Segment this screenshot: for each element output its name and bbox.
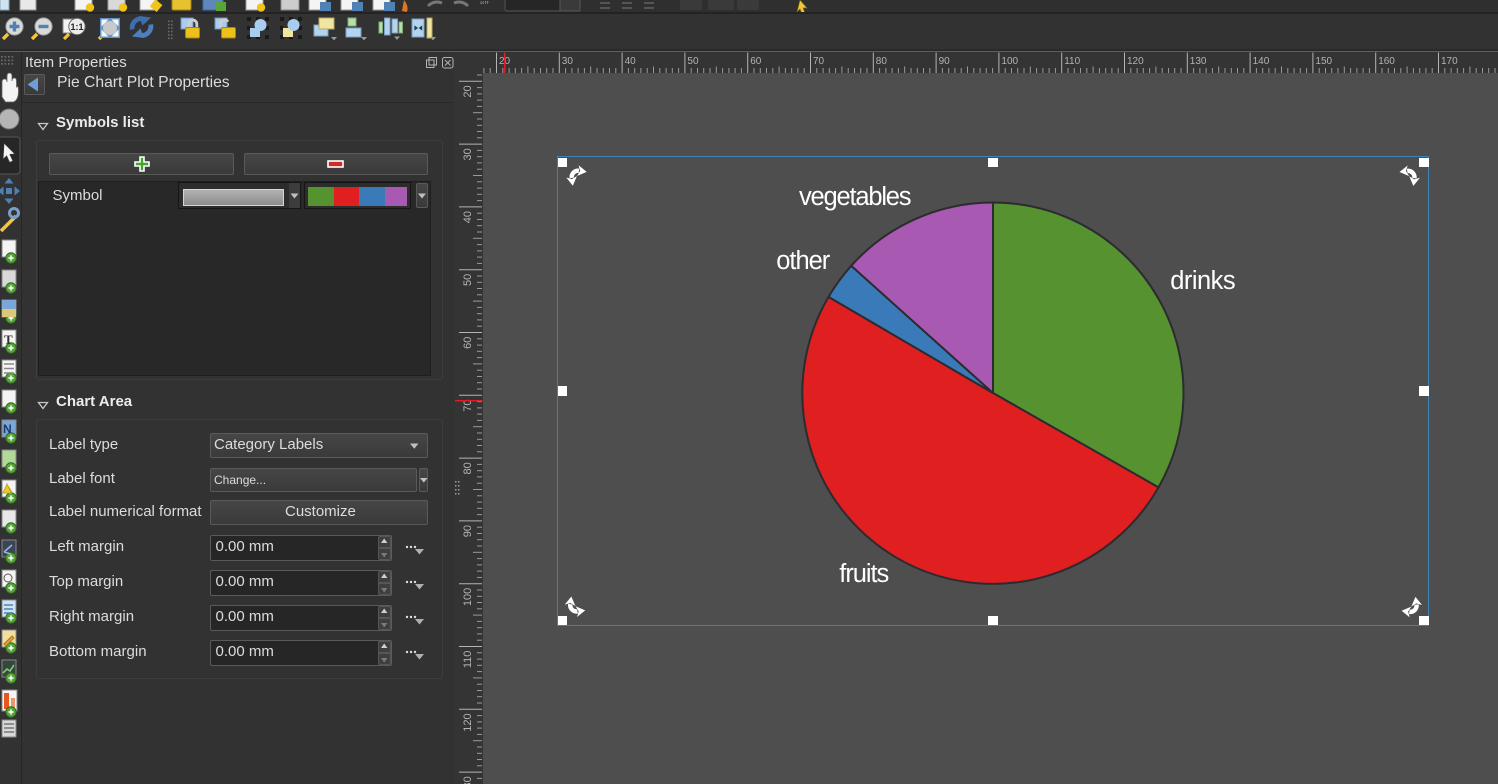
svg-text:T: T bbox=[4, 332, 13, 347]
svg-text:40: 40 bbox=[625, 56, 637, 67]
svg-text:70: 70 bbox=[813, 56, 825, 67]
svg-text:90: 90 bbox=[462, 525, 474, 537]
svg-text:80: 80 bbox=[462, 462, 474, 474]
svg-text:50: 50 bbox=[687, 56, 699, 67]
svg-text:120: 120 bbox=[462, 713, 474, 731]
svg-text:110: 110 bbox=[1064, 56, 1080, 67]
svg-text:160: 160 bbox=[1378, 56, 1395, 67]
svg-text:30: 30 bbox=[462, 148, 474, 160]
svg-text:100: 100 bbox=[462, 588, 474, 606]
svg-text:110: 110 bbox=[462, 651, 474, 669]
svg-text:170: 170 bbox=[1441, 56, 1458, 67]
svg-text:“”: “” bbox=[480, 0, 489, 12]
svg-text:130: 130 bbox=[1190, 56, 1207, 67]
svg-text:130: 130 bbox=[462, 776, 474, 784]
svg-text:N: N bbox=[3, 422, 12, 436]
svg-text:150: 150 bbox=[1315, 56, 1332, 67]
svg-text:40: 40 bbox=[462, 211, 474, 223]
svg-text:90: 90 bbox=[939, 56, 951, 67]
svg-text:80: 80 bbox=[876, 56, 888, 67]
svg-text:30: 30 bbox=[562, 56, 574, 67]
svg-text:60: 60 bbox=[462, 337, 474, 349]
svg-text:140: 140 bbox=[1253, 56, 1270, 67]
svg-text:120: 120 bbox=[1127, 56, 1144, 67]
svg-text:1:1: 1:1 bbox=[70, 22, 83, 32]
svg-text:20: 20 bbox=[462, 85, 474, 97]
svg-text:50: 50 bbox=[462, 274, 474, 286]
svg-text:60: 60 bbox=[750, 56, 762, 67]
svg-text:100: 100 bbox=[1001, 56, 1018, 67]
